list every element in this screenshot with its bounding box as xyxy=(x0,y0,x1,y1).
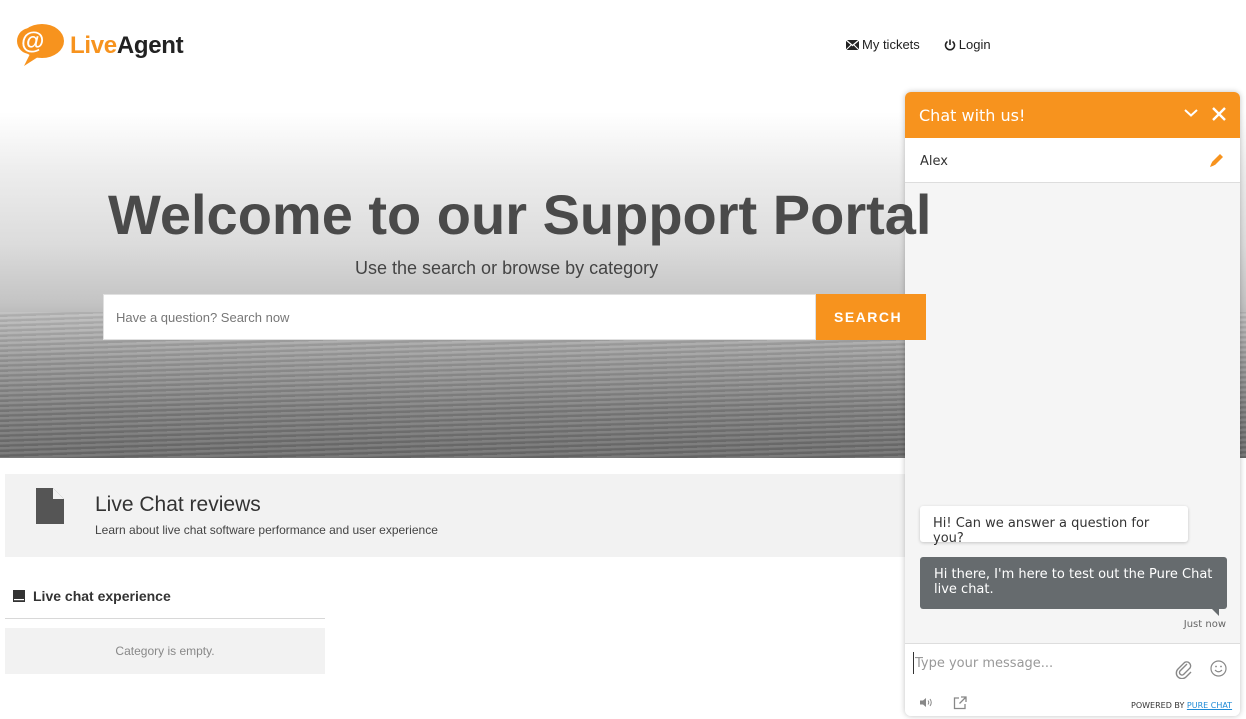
my-tickets-link[interactable]: My tickets xyxy=(846,37,920,52)
logo-agent: Agent xyxy=(116,32,184,59)
pure-chat-link[interactable]: PURE CHAT xyxy=(1187,701,1232,710)
chevron-down-icon[interactable] xyxy=(1183,107,1199,119)
category-title[interactable]: Live Chat reviews xyxy=(95,493,261,517)
svg-text:@: @ xyxy=(21,28,44,55)
liveagent-logo[interactable]: @ LiveAgent xyxy=(16,24,184,68)
logo-text: LiveAgent xyxy=(70,32,184,60)
search-input[interactable] xyxy=(103,294,816,340)
power-icon xyxy=(944,39,956,50)
empty-text: Category is empty. xyxy=(115,644,215,658)
logo-live: Live xyxy=(70,32,117,59)
envelope-icon xyxy=(846,39,859,50)
message-timestamp: Just now xyxy=(1183,619,1226,630)
empty-category-notice: Category is empty. xyxy=(5,628,325,674)
popout-icon[interactable] xyxy=(953,696,967,710)
login-link[interactable]: Login xyxy=(944,37,991,52)
logo-at-icon: @ xyxy=(16,24,64,68)
chat-header[interactable]: Chat with us! xyxy=(905,92,1240,138)
chat-input-area: POWERED BY PURE CHAT xyxy=(905,643,1240,716)
agent-message: Hi! Can we answer a question for you? xyxy=(920,506,1188,546)
chat-message-input[interactable] xyxy=(913,652,1163,674)
pencil-icon[interactable] xyxy=(1209,152,1225,168)
smiley-icon[interactable] xyxy=(1210,660,1227,677)
category-description: Learn about live chat software performan… xyxy=(95,523,438,537)
section-divider xyxy=(5,618,325,619)
visitor-name: Alex xyxy=(920,154,948,169)
speaker-icon[interactable] xyxy=(920,697,934,708)
document-icon xyxy=(36,488,64,524)
category-card[interactable]: Live Chat reviews Learn about live chat … xyxy=(5,474,905,557)
powered-by: POWERED BY PURE CHAT xyxy=(1131,701,1232,710)
section-title: Live chat experience xyxy=(33,588,171,604)
visitor-name-bar: Alex xyxy=(905,138,1240,183)
top-navigation: My tickets Login xyxy=(846,37,1015,52)
chat-title: Chat with us! xyxy=(919,106,1026,125)
hero-title: Welcome to our Support Portal xyxy=(108,183,932,246)
login-label: Login xyxy=(958,37,991,52)
chat-widget: Chat with us! Alex Hi! Can we answer a q… xyxy=(905,92,1240,716)
book-icon xyxy=(13,590,25,602)
section-heading: Live chat experience xyxy=(13,588,171,604)
paperclip-icon[interactable] xyxy=(1175,659,1193,679)
hero-subtitle: Use the search or browse by category xyxy=(355,258,659,278)
close-icon[interactable] xyxy=(1210,105,1228,123)
visitor-message: Hi there, I'm here to test out the Pure … xyxy=(920,557,1227,616)
powered-by-label: POWERED BY xyxy=(1131,701,1187,710)
search-button[interactable]: SEARCH xyxy=(816,294,926,340)
my-tickets-label: My tickets xyxy=(862,37,920,52)
